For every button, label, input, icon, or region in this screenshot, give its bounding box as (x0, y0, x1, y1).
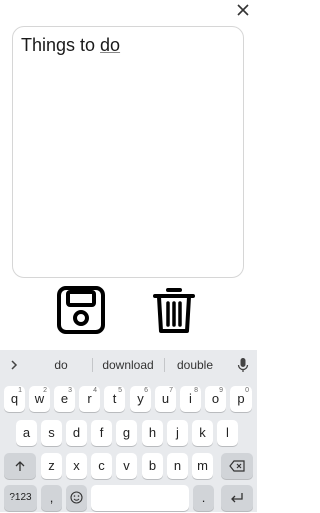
suggestion-word[interactable]: double (170, 350, 220, 380)
trash-icon (153, 288, 195, 333)
note-text-underlined-word: do (100, 35, 121, 55)
enter-key[interactable] (221, 485, 253, 511)
key-c[interactable]: c (91, 453, 112, 479)
floppy-disk-icon (57, 286, 105, 334)
keyboard-row-4: ?123 , . (0, 483, 257, 513)
chevron-right-icon[interactable] (4, 357, 24, 373)
suggestion-divider (164, 358, 165, 372)
close-icon[interactable] (235, 2, 251, 18)
shift-icon (15, 461, 25, 471)
key-g[interactable]: g (116, 420, 137, 446)
note-text: Things to do (21, 35, 120, 56)
key-x[interactable]: x (66, 453, 87, 479)
key-d[interactable]: d (66, 420, 87, 446)
key-v[interactable]: v (116, 453, 137, 479)
emoji-key[interactable] (66, 485, 87, 511)
symbols-key[interactable]: ?123 (4, 485, 37, 511)
key-f[interactable]: f (91, 420, 112, 446)
key-y[interactable]: y6 (130, 386, 151, 412)
period-key[interactable]: . (193, 485, 214, 511)
key-o[interactable]: o9 (205, 386, 226, 412)
key-r[interactable]: r4 (79, 386, 100, 412)
backspace-icon (229, 460, 245, 472)
delete-button[interactable] (146, 284, 202, 336)
suggestion-word[interactable]: do (38, 350, 84, 380)
backspace-key[interactable] (221, 453, 253, 479)
key-k[interactable]: k (192, 420, 213, 446)
note-editor[interactable]: Things to do (12, 26, 244, 278)
key-q[interactable]: q1 (4, 386, 25, 412)
space-key[interactable] (91, 485, 189, 511)
key-u[interactable]: u7 (155, 386, 176, 412)
key-b[interactable]: b (142, 453, 163, 479)
save-button[interactable] (53, 284, 109, 336)
note-text-prefix: Things to (21, 35, 101, 55)
key-i[interactable]: i8 (180, 386, 201, 412)
keyboard-row-2: a s d f g h j k l (0, 418, 257, 448)
key-n[interactable]: n (167, 453, 188, 479)
shift-key[interactable] (4, 453, 36, 479)
microphone-icon[interactable] (237, 357, 249, 373)
key-j[interactable]: j (167, 420, 188, 446)
key-h[interactable]: h (142, 420, 163, 446)
suggestion-divider (92, 358, 93, 372)
keyboard-row-1: q1 w2 e3 r4 t5 y6 u7 i8 o9 p0 (0, 384, 257, 414)
suggestion-word[interactable]: download (97, 350, 159, 380)
key-p[interactable]: p0 (230, 386, 252, 412)
emoji-icon (70, 491, 83, 504)
key-t[interactable]: t5 (104, 386, 125, 412)
keyboard: do download double q1 w2 e3 r4 t5 y6 u7 … (0, 350, 257, 512)
key-w[interactable]: w2 (29, 386, 50, 412)
keyboard-row-3: z x c v b n m (0, 451, 257, 481)
comma-key[interactable]: , (41, 485, 62, 511)
key-e[interactable]: e3 (54, 386, 75, 412)
key-l[interactable]: l (217, 420, 238, 446)
key-z[interactable]: z (41, 453, 62, 479)
key-a[interactable]: a (16, 420, 37, 446)
key-s[interactable]: s (41, 420, 62, 446)
key-m[interactable]: m (192, 453, 213, 479)
suggestion-bar: do download double (0, 350, 257, 380)
enter-icon (231, 493, 243, 503)
